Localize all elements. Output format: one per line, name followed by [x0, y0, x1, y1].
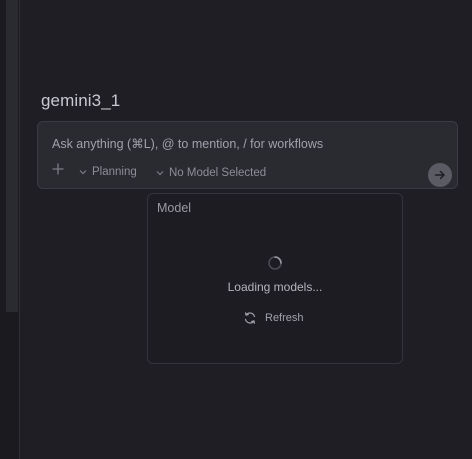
add-context-button[interactable] — [50, 162, 66, 178]
model-dropdown[interactable]: No Model Selected — [155, 167, 266, 179]
model-dropdown-label: No Model Selected — [169, 167, 267, 179]
arrow-right-icon — [434, 170, 445, 180]
chevron-down-icon — [156, 171, 164, 176]
spinner-icon — [268, 256, 282, 270]
refresh-button[interactable]: Refresh — [243, 311, 304, 325]
mode-dropdown[interactable]: Planning — [78, 166, 137, 178]
model-popup-title: Model — [157, 201, 192, 215]
refresh-icon — [244, 312, 256, 324]
side-panel-scrollbar[interactable] — [6, 0, 18, 312]
plus-icon — [52, 163, 64, 175]
loading-models-text: Loading models... — [227, 280, 323, 294]
model-selector-popup: Model Loading models... Refresh — [147, 193, 403, 364]
refresh-label: Refresh — [265, 312, 304, 324]
chat-input-placeholder[interactable]: Ask anything (⌘L), @ to mention, / for w… — [52, 136, 323, 151]
chevron-down-icon — [79, 170, 87, 175]
left-side-panel — [0, 0, 20, 459]
mode-dropdown-label: Planning — [92, 166, 137, 178]
chat-input-box[interactable]: Ask anything (⌘L), @ to mention, / for w… — [37, 121, 458, 189]
workspace-title: gemini3_1 — [41, 91, 121, 110]
send-button[interactable] — [428, 163, 452, 187]
side-panel-divider — [19, 0, 20, 459]
